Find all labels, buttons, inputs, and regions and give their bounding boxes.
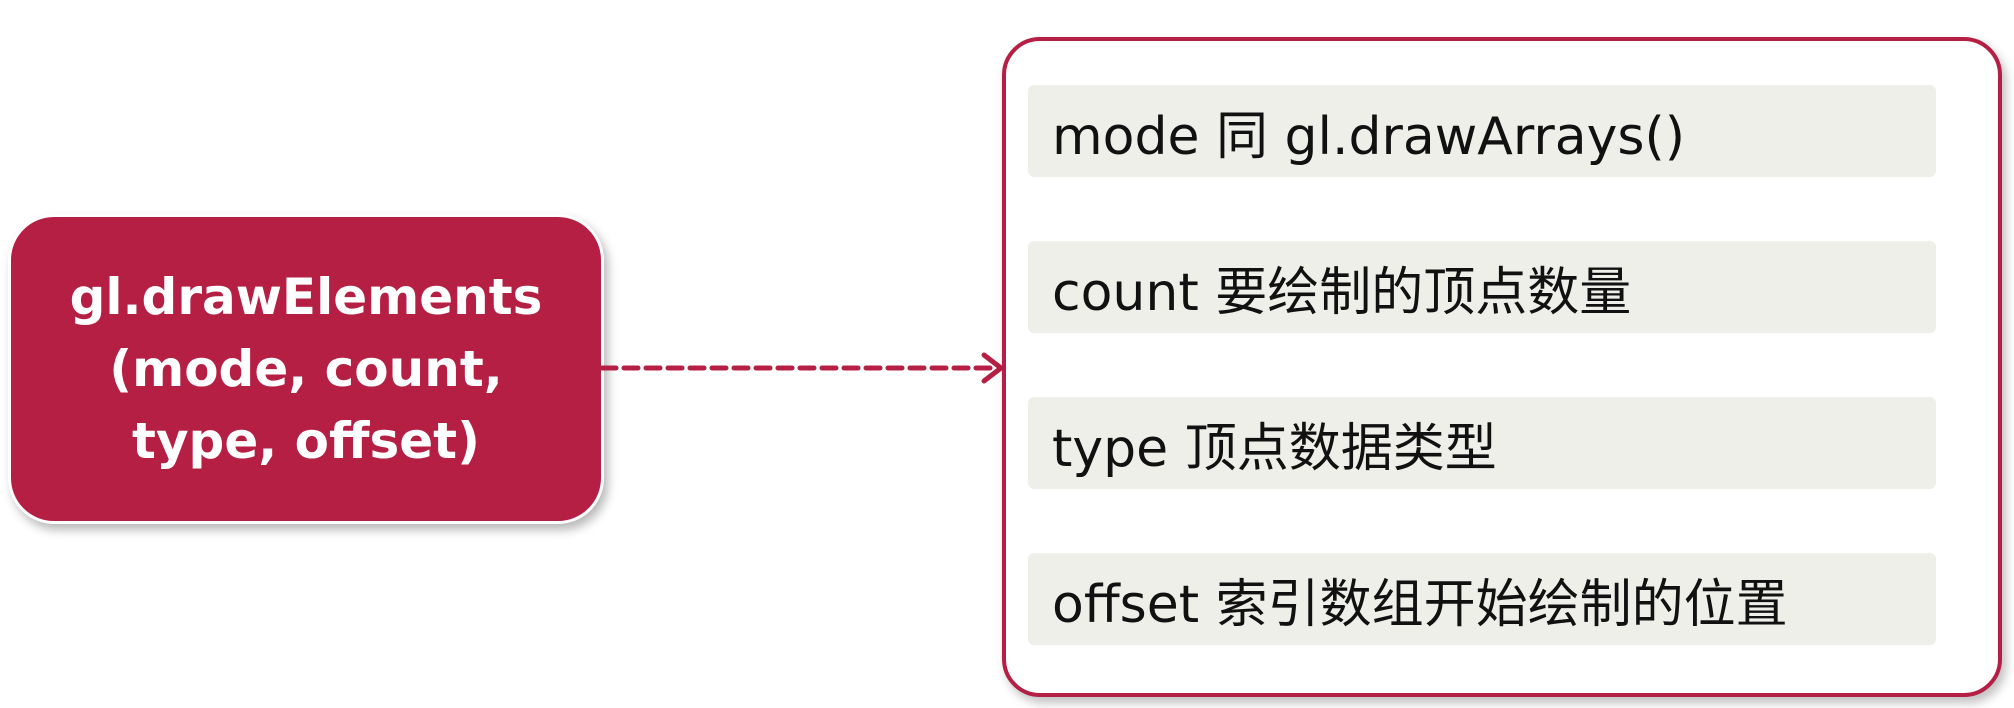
function-signature-box: gl.drawElements (mode, count, type, offs… (8, 214, 604, 524)
parameter-item-count: count 要绘制的顶点数量 (1028, 241, 1936, 333)
parameter-item-offset: offset 索引数组开始绘制的位置 (1028, 553, 1936, 645)
function-signature-line-2: (mode, count, (109, 340, 503, 398)
parameter-panel: mode 同 gl.drawArrays() count 要绘制的顶点数量 ty… (1002, 37, 2002, 697)
function-signature-line-3: type, offset) (132, 412, 480, 470)
parameter-item-mode: mode 同 gl.drawArrays() (1028, 85, 1936, 177)
dashed-arrow-connector (600, 352, 1004, 384)
function-signature: gl.drawElements (mode, count, type, offs… (70, 261, 543, 477)
diagram-canvas: gl.drawElements (mode, count, type, offs… (0, 0, 2014, 708)
parameter-item-type: type 顶点数据类型 (1028, 397, 1936, 489)
function-signature-line-1: gl.drawElements (69, 268, 543, 326)
